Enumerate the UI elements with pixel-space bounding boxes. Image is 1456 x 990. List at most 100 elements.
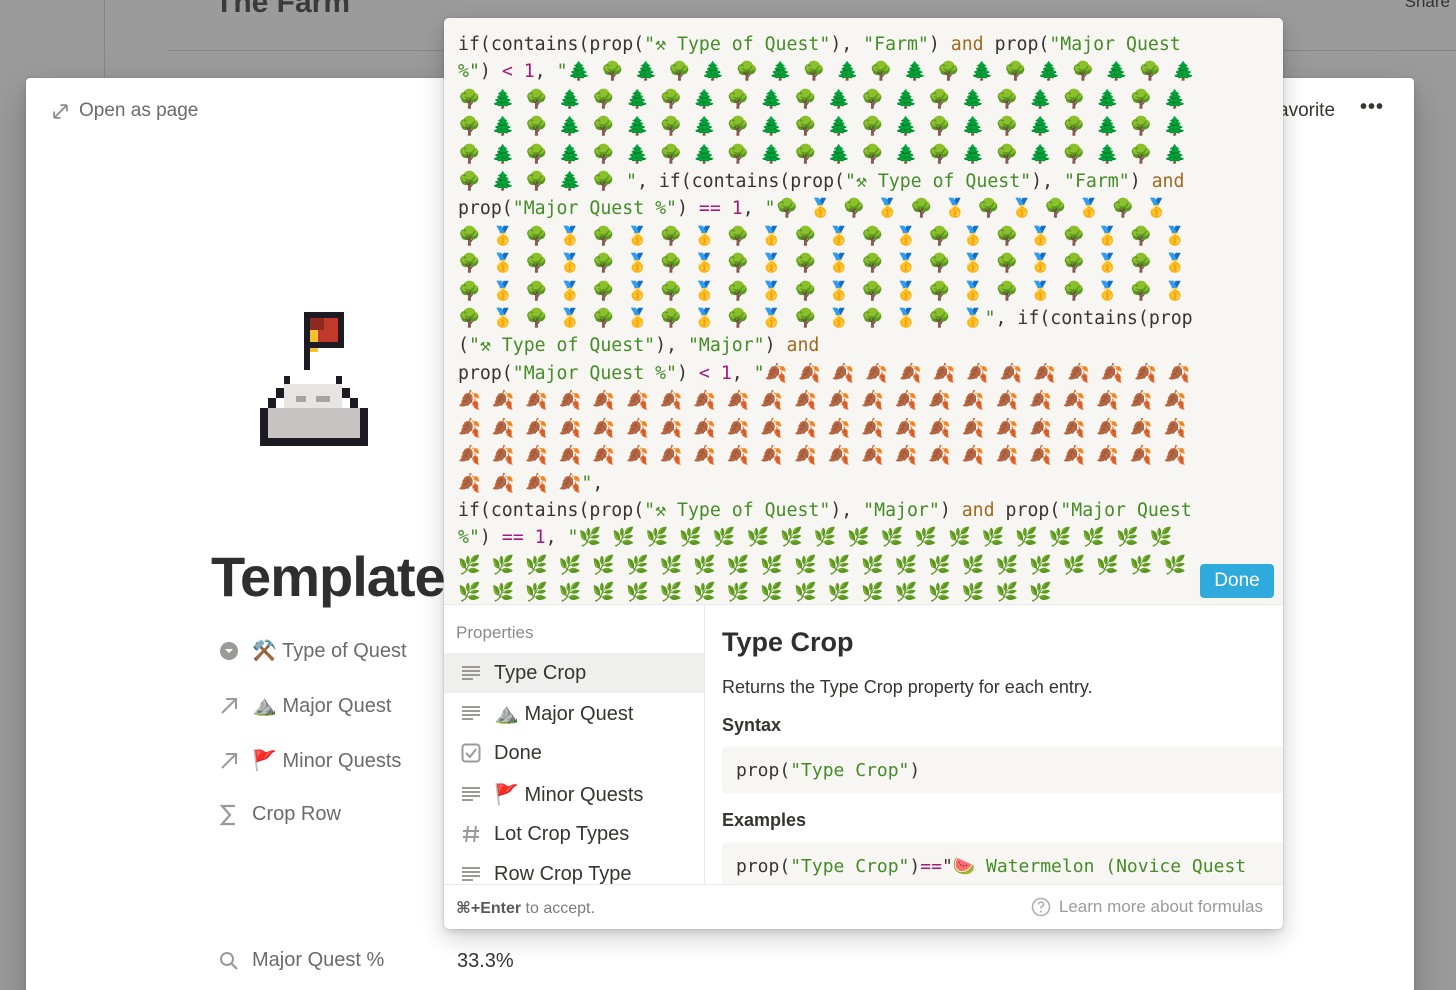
code-token: ), (830, 34, 864, 55)
code-token: , (731, 362, 754, 384)
properties-list[interactable]: Properties Type Crop ⛰️ Major Quest Done… (444, 605, 705, 885)
code-string: "⚒ Type of Quest" (644, 499, 831, 521)
code-number: 1 (523, 61, 535, 83)
property-item-label: Done (494, 741, 542, 764)
code-token: , (534, 61, 557, 83)
code-string: "Type Crop" (790, 759, 910, 781)
learn-more-link[interactable]: Learn more about formulas (1031, 897, 1263, 917)
code-keyword: and (950, 34, 984, 55)
property-item-minor-quests[interactable]: 🚩 Minor Quests (444, 774, 704, 814)
property-minor-quests[interactable]: 🚩 Minor Quests (218, 748, 401, 773)
code-operator: == (920, 855, 942, 877)
formula-code[interactable]: if(contains(prop("⚒ Type of Quest"), "Fa… (458, 31, 1198, 604)
major-quest-percent-value[interactable]: 33.3% (457, 950, 514, 973)
background-divider (104, 0, 105, 78)
code-token: ) (677, 362, 699, 384)
relation-arrow-icon (218, 695, 240, 717)
property-item-major-quest[interactable]: ⛰️ Major Quest (444, 693, 704, 733)
code-token: ), (830, 499, 864, 521)
code-operator: == (698, 198, 721, 220)
property-detail: Type Crop Returns the Type Crop property… (706, 605, 1283, 885)
syntax-heading: Syntax (722, 715, 782, 735)
code-string: "🌿 🌿 🌿 🌿 🌿 🌿 🌿 🌿 🌿 🌿 🌿 🌿 🌿 🌿 🌿 🌿 🌿 🌿 🌿 🌿… (458, 527, 1198, 604)
help-circle-icon (1031, 897, 1051, 917)
sigma-icon (218, 804, 240, 826)
code-token: , (742, 198, 765, 220)
property-label: ⚒️ Type of Quest (252, 640, 407, 662)
property-crop-row[interactable]: Crop Row (218, 803, 341, 826)
syntax-code: prop("Type Crop") (722, 747, 1283, 793)
page-title[interactable]: Template (211, 544, 446, 609)
detail-description: Returns the Type Crop property for each … (722, 677, 1093, 697)
done-button[interactable]: Done (1200, 564, 1274, 598)
expand-arrow-icon (53, 103, 68, 119)
property-label: Crop Row (252, 803, 341, 825)
background-page-title: The Farm (215, 0, 351, 19)
property-major-quest[interactable]: ⛰️ Major Quest (218, 693, 391, 718)
property-item-row-crop-type[interactable]: Row Crop Type (444, 854, 704, 885)
property-label: 🚩 Minor Quests (252, 750, 402, 772)
code-number: 1 (731, 198, 743, 220)
code-token: " (941, 855, 953, 877)
code-token: prop( (736, 759, 791, 781)
property-item-label: ⛰️ Major Quest (494, 702, 634, 725)
code-number: 1 (534, 527, 546, 549)
code-string: "Major Quest %" (512, 198, 677, 220)
code-token: prop( (983, 34, 1050, 55)
property-item-label: 🚩 Minor Quests (494, 783, 644, 806)
code-token: ) (764, 335, 787, 357)
text-icon (458, 662, 484, 684)
example-code: prop("Type Crop") == " 🍉 Watermelon (Novi… (722, 843, 1283, 885)
open-as-page-label: Open as page (79, 100, 199, 121)
property-item-label: Lot Crop Types (494, 822, 630, 845)
open-as-page-button[interactable]: Open as page (52, 100, 198, 122)
property-item-lot-crop-types[interactable]: Lot Crop Types (444, 814, 704, 854)
text-icon (458, 783, 484, 805)
code-token: ) (909, 759, 921, 781)
more-options-button[interactable]: ••• (1360, 96, 1384, 119)
code-operator: < (698, 362, 710, 384)
property-item-type-crop[interactable]: Type Crop (444, 653, 704, 693)
code-string: "Major" (863, 499, 940, 521)
code-token: , if(contains(prop( (636, 171, 845, 193)
code-string: "⚒ Type of Quest" (468, 335, 656, 357)
code-string: "Farm" (1064, 171, 1130, 193)
code-number: 1 (720, 362, 732, 384)
number-icon (458, 823, 484, 845)
select-icon (218, 640, 240, 662)
property-label: ⛰️ Major Quest (252, 695, 392, 717)
favorite-button[interactable]: avorite (1278, 100, 1335, 122)
code-token: prop( (736, 855, 791, 877)
formula-input-area[interactable]: if(contains(prop("⚒ Type of Quest"), "Fa… (444, 18, 1283, 604)
property-type-of-quest[interactable]: ⚒️ Type of Quest (218, 638, 407, 663)
formula-editor-popup: if(contains(prop("⚒ Type of Quest"), "Fa… (444, 18, 1283, 929)
examples-heading: Examples (722, 810, 807, 830)
formula-footer: ⌘+Enter to accept. Learn more about form… (444, 884, 1283, 929)
code-string: "Major" (687, 335, 765, 357)
pixel-mountain-flag-icon[interactable] (244, 312, 384, 452)
code-token: if(contains(prop( (458, 34, 645, 55)
code-token: ) (1129, 171, 1152, 193)
code-keyword: and (786, 335, 820, 357)
property-item-label: Row Crop Type (494, 862, 632, 885)
code-string: "⚒ Type of Quest" (644, 34, 831, 55)
code-token: prop( (458, 362, 513, 384)
code-string: "⚒ Type of Quest" (844, 171, 1032, 193)
relation-arrow-icon (218, 750, 240, 772)
code-token: ), (655, 335, 688, 357)
code-token: , (545, 527, 568, 549)
text-icon (458, 702, 484, 724)
code-string: "Type Crop" (790, 855, 910, 877)
accept-text: to accept. (521, 900, 595, 917)
property-major-quest-percent[interactable]: Major Quest % (218, 949, 384, 972)
property-item-done[interactable]: Done (444, 733, 704, 773)
code-operator: < (501, 61, 513, 83)
search-icon (218, 950, 240, 972)
share-button[interactable]: Share (1405, 0, 1450, 12)
code-token: ) (479, 527, 502, 549)
code-token: ) (909, 855, 921, 877)
accept-hint: ⌘+Enter to accept. (456, 898, 595, 918)
learn-more-label: Learn more about formulas (1058, 897, 1263, 916)
detail-title: Type Crop (722, 627, 854, 657)
code-token: ) (928, 34, 951, 55)
